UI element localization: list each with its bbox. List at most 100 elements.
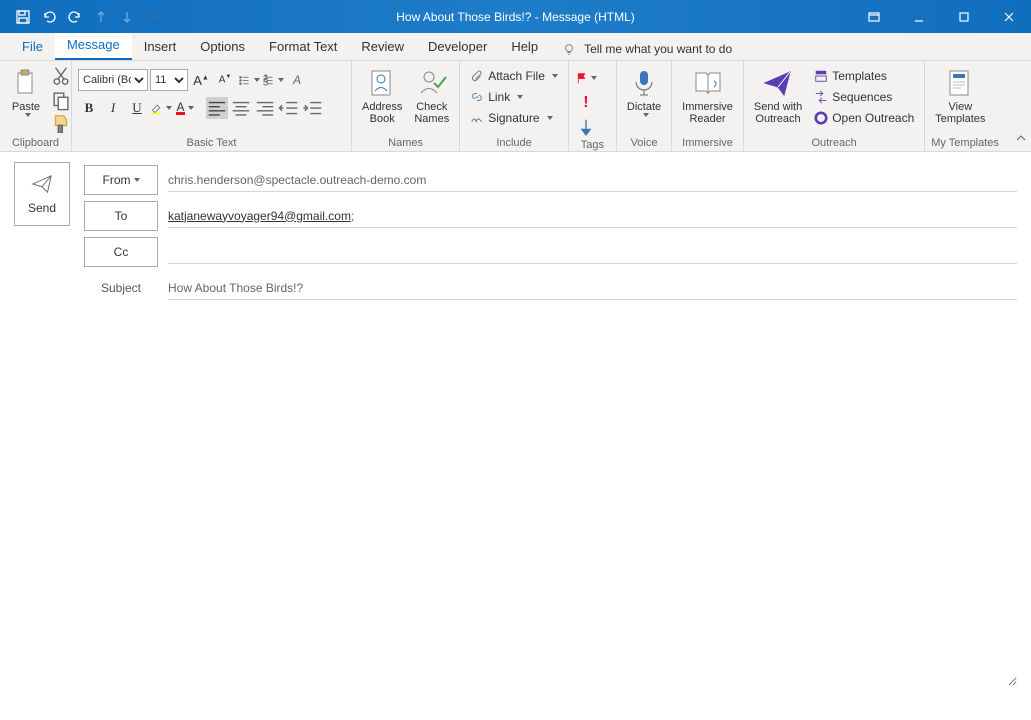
view-templates-label: View Templates [935, 101, 985, 125]
underline-icon[interactable]: U [126, 97, 148, 119]
clear-format-icon[interactable]: A [286, 69, 308, 91]
tab-help[interactable]: Help [499, 33, 550, 60]
qat-customize-icon[interactable] [142, 6, 164, 28]
highlight-icon[interactable] [150, 97, 172, 119]
cc-button[interactable]: Cc [84, 237, 158, 267]
tab-developer[interactable]: Developer [416, 33, 499, 60]
tell-me-search[interactable]: Tell me what you want to do [562, 42, 732, 60]
to-button[interactable]: To [84, 201, 158, 231]
outreach-group-label: Outreach [750, 137, 918, 151]
attach-file-label: Attach File [488, 69, 545, 83]
align-right-icon[interactable] [254, 97, 276, 119]
increase-font-icon[interactable]: A▲ [190, 69, 212, 91]
save-icon[interactable] [12, 6, 34, 28]
address-book-button[interactable]: Address Book [358, 65, 406, 127]
cut-icon[interactable] [50, 65, 72, 87]
tab-format-text[interactable]: Format Text [257, 33, 349, 60]
check-names-label: Check Names [414, 101, 449, 125]
templates-button[interactable]: Templates [810, 67, 918, 85]
italic-icon[interactable]: I [102, 97, 124, 119]
tab-message[interactable]: Message [55, 31, 132, 60]
send-with-outreach-button[interactable]: Send with Outreach [750, 65, 806, 127]
low-importance-icon[interactable] [575, 117, 597, 139]
subject-label: Subject [84, 281, 158, 295]
check-names-button[interactable]: Check Names [410, 65, 453, 127]
decrease-font-icon[interactable]: A▼ [214, 69, 236, 91]
bullets-icon[interactable] [238, 69, 260, 91]
align-center-icon[interactable] [230, 97, 252, 119]
to-field[interactable]: katjanewayvoyager94@gmail.com; [168, 205, 1017, 228]
quick-access-toolbar [0, 6, 164, 28]
immersive-reader-button[interactable]: Immersive Reader [678, 65, 737, 127]
message-body[interactable] [14, 306, 1017, 686]
ribbon-tabs: File Message Insert Options Format Text … [0, 33, 1031, 61]
redo-icon[interactable] [64, 6, 86, 28]
basic-text-group-label: Basic Text [78, 137, 345, 151]
from-button[interactable]: From [84, 165, 158, 195]
title-bar: How About Those Birds!? - Message (HTML) [0, 0, 1031, 33]
templates-label: Templates [832, 69, 887, 83]
copy-icon[interactable] [50, 89, 72, 111]
open-outreach-button[interactable]: Open Outreach [810, 109, 918, 127]
names-group-label: Names [358, 137, 453, 151]
address-book-label: Address Book [362, 101, 402, 125]
from-value[interactable]: chris.henderson@spectacle.outreach-demo.… [168, 169, 1017, 192]
tell-me-label: Tell me what you want to do [584, 42, 732, 56]
clipboard-group-label: Clipboard [6, 137, 65, 151]
prev-icon [90, 6, 112, 28]
my-templates-group-label: My Templates [931, 137, 999, 151]
voice-group-label: Voice [623, 137, 665, 151]
ribbon: Paste Clipboard Calibri (Bod 11 A▲ A▼ 12… [0, 61, 1031, 152]
link-label: Link [488, 90, 510, 104]
tab-options[interactable]: Options [188, 33, 257, 60]
immersive-reader-label: Immersive Reader [682, 101, 733, 125]
high-importance-icon[interactable]: ! [575, 92, 597, 114]
dictate-button[interactable]: Dictate [623, 65, 665, 119]
tab-file[interactable]: File [10, 33, 55, 60]
compose-area: Send From chris.henderson@spectacle.outr… [0, 152, 1031, 699]
align-left-icon[interactable] [206, 97, 228, 119]
send-with-outreach-label: Send with Outreach [754, 101, 802, 125]
collapse-ribbon-icon[interactable] [1015, 132, 1027, 147]
cc-field[interactable] [168, 241, 1017, 264]
format-painter-icon[interactable] [50, 113, 72, 135]
lightbulb-icon [562, 42, 576, 56]
maximize-button[interactable] [941, 0, 986, 33]
undo-icon[interactable] [38, 6, 60, 28]
send-button[interactable]: Send [14, 162, 70, 226]
to-recipient[interactable]: katjanewayvoyager94@gmail.com [168, 209, 351, 223]
font-color-icon[interactable]: A [174, 97, 196, 119]
signature-label: Signature [488, 111, 539, 125]
tab-review[interactable]: Review [349, 33, 416, 60]
close-button[interactable] [986, 0, 1031, 33]
numbering-icon[interactable]: 123 [262, 69, 284, 91]
next-icon [116, 6, 138, 28]
bold-icon[interactable]: B [78, 97, 100, 119]
paste-label: Paste [12, 101, 40, 113]
link-button[interactable]: Link [466, 88, 562, 106]
include-group-label: Include [466, 137, 562, 151]
signature-button[interactable]: Signature [466, 109, 562, 127]
dictate-label: Dictate [627, 101, 661, 113]
font-name-select[interactable]: Calibri (Bod [78, 69, 148, 91]
tab-insert[interactable]: Insert [132, 33, 189, 60]
immersive-group-label: Immersive [678, 137, 737, 151]
subject-field[interactable] [168, 277, 1017, 300]
send-label: Send [28, 201, 56, 215]
minimize-button[interactable] [896, 0, 941, 33]
ribbon-display-icon[interactable] [851, 0, 896, 33]
tags-group-label: Tags [575, 139, 610, 153]
view-templates-button[interactable]: View Templates [931, 65, 989, 127]
decrease-indent-icon[interactable] [278, 97, 300, 119]
attach-file-button[interactable]: Attach File [466, 67, 562, 85]
from-label: From [103, 173, 131, 187]
font-size-select[interactable]: 11 [150, 69, 188, 91]
sequences-button[interactable]: Sequences [810, 88, 918, 106]
increase-indent-icon[interactable] [302, 97, 324, 119]
window-title: How About Those Birds!? - Message (HTML) [396, 10, 635, 24]
open-outreach-label: Open Outreach [832, 111, 914, 125]
svg-text:3: 3 [263, 77, 268, 87]
follow-up-flag-icon[interactable] [575, 67, 597, 89]
sequences-label: Sequences [832, 90, 892, 104]
paste-button[interactable]: Paste [6, 65, 46, 119]
